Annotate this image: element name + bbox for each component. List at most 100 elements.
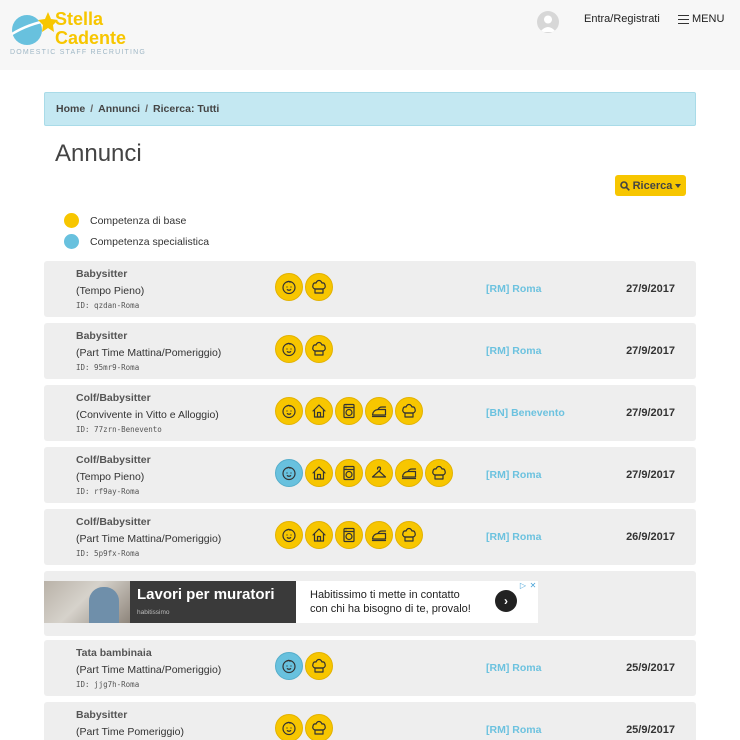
- listing-row[interactable]: Babysitter (Part Time Pomeriggio) [RM] R…: [44, 702, 696, 740]
- skill-icons: [275, 521, 423, 549]
- breadcrumb-separator: /: [145, 103, 149, 115]
- breadcrumb-home[interactable]: Home: [56, 103, 85, 115]
- caret-down-icon: [675, 183, 682, 188]
- brand-line-2: Cadente: [55, 28, 127, 48]
- chef-hat-icon: [305, 273, 333, 301]
- listing-id: ID: jjg7h-Roma: [76, 680, 140, 689]
- listing-id: ID: rf9ay-Roma: [76, 487, 140, 496]
- washing-machine-icon: [335, 397, 363, 425]
- ad-close-icon[interactable]: ✕: [528, 581, 538, 591]
- chef-hat-icon: [425, 459, 453, 487]
- ad-copy-line: Habitissimo ti mette in contatto: [310, 589, 460, 601]
- listing-contract: (Tempo Pieno): [76, 471, 145, 483]
- listing-date: 27/9/2017: [626, 407, 675, 419]
- listing-row[interactable]: Colf/Babysitter (Part Time Mattina/Pomer…: [44, 509, 696, 565]
- listing-row[interactable]: Tata bambinaia (Part Time Mattina/Pomeri…: [44, 640, 696, 696]
- listing-date: 25/9/2017: [626, 662, 675, 674]
- skill-icons: [275, 459, 453, 487]
- listing-row[interactable]: Colf/Babysitter (Tempo Pieno) ID: rf9ay-…: [44, 447, 696, 503]
- listing-title[interactable]: Babysitter: [76, 709, 127, 721]
- baby-icon: [275, 459, 303, 487]
- listing-contract: (Convivente in Vitto e Alloggio): [76, 409, 219, 421]
- skill-icons: [275, 273, 333, 301]
- baby-icon: [275, 335, 303, 363]
- legend-dot-base: [64, 213, 79, 228]
- advertisement-banner[interactable]: Lavori per muratori habitissimo Habitiss…: [44, 581, 538, 623]
- listing-contract: (Part Time Mattina/Pomeriggio): [76, 664, 222, 676]
- iron-icon: [365, 397, 393, 425]
- listing-contract: (Part Time Pomeriggio): [76, 726, 184, 738]
- house-icon: [305, 459, 333, 487]
- ad-photo: [44, 581, 130, 623]
- legend-item-base: Competenza di base: [64, 210, 209, 231]
- ad-copy: Habitissimo ti mette in contatto con chi…: [310, 588, 471, 616]
- listing-row[interactable]: Babysitter (Part Time Mattina/Pomeriggio…: [44, 323, 696, 379]
- baby-icon: [275, 273, 303, 301]
- listing-title[interactable]: Colf/Babysitter: [76, 392, 151, 404]
- legend-label: Competenza di base: [90, 214, 187, 227]
- baby-icon: [275, 397, 303, 425]
- listing-title[interactable]: Babysitter: [76, 268, 127, 280]
- listing-id: ID: qzdan-Roma: [76, 301, 140, 310]
- brand-tagline: DOMESTIC STAFF RECRUITING: [10, 49, 147, 56]
- listing-date: 26/9/2017: [626, 531, 675, 543]
- listing-location[interactable]: [RM] Roma: [486, 469, 541, 481]
- washing-machine-icon: [335, 521, 363, 549]
- listing-date: 27/9/2017: [626, 345, 675, 357]
- listing-title[interactable]: Babysitter: [76, 330, 127, 342]
- ad-copy-panel: Habitissimo ti mette in contatto con chi…: [296, 581, 538, 623]
- listing-title[interactable]: Colf/Babysitter: [76, 454, 151, 466]
- ad-copy-line: con chi ha bisogno di te, provalo!: [310, 603, 471, 615]
- listing-location[interactable]: [BN] Benevento: [486, 407, 565, 419]
- hamburger-icon: [678, 14, 689, 24]
- ad-choices-badge[interactable]: ▷ ✕: [518, 581, 538, 591]
- ad-brand: habitissimo: [137, 609, 170, 616]
- menu-button[interactable]: MENU: [678, 13, 724, 25]
- listing-row[interactable]: Babysitter (Tempo Pieno) ID: qzdan-Roma …: [44, 261, 696, 317]
- listing-date: 27/9/2017: [626, 283, 675, 295]
- site-header: Stella Cadente DOMESTIC STAFF RECRUITING…: [0, 0, 740, 70]
- chef-hat-icon: [305, 714, 333, 740]
- skill-icons: [275, 714, 333, 740]
- listing-row[interactable]: Colf/Babysitter (Convivente in Vitto e A…: [44, 385, 696, 441]
- baby-icon: [275, 521, 303, 549]
- breadcrumb: Home / Annunci / Ricerca: Tutti: [44, 92, 696, 126]
- listing-title[interactable]: Colf/Babysitter: [76, 516, 151, 528]
- breadcrumb-annunci[interactable]: Annunci: [98, 103, 140, 115]
- legend-dot-specialist: [64, 234, 79, 249]
- ad-next-arrow-icon[interactable]: ›: [495, 590, 517, 612]
- listing-title[interactable]: Tata bambinaia: [76, 647, 152, 659]
- listing-location[interactable]: [RM] Roma: [486, 531, 541, 543]
- iron-icon: [365, 521, 393, 549]
- search-dropdown-button[interactable]: Ricerca: [615, 175, 686, 196]
- listing-location[interactable]: [RM] Roma: [486, 345, 541, 357]
- shooting-star-logo-icon: [11, 12, 58, 45]
- login-register-link[interactable]: Entra/Registrati: [584, 13, 660, 25]
- listing-id: ID: 5p9fx-Roma: [76, 549, 140, 558]
- listing-date: 27/9/2017: [626, 469, 675, 481]
- brand-line-1: Stella: [55, 9, 104, 29]
- breadcrumb-separator: /: [90, 103, 94, 115]
- listing-id: ID: 95mr9-Roma: [76, 363, 140, 372]
- house-icon: [305, 397, 333, 425]
- listing-contract: (Tempo Pieno): [76, 285, 145, 297]
- user-avatar-icon[interactable]: [537, 11, 559, 33]
- chef-hat-icon: [305, 335, 333, 363]
- listing-contract: (Part Time Mattina/Pomeriggio): [76, 533, 222, 545]
- listing-id: ID: 77zrn-Benevento: [76, 425, 162, 434]
- search-icon: [619, 180, 630, 191]
- listing-location[interactable]: [RM] Roma: [486, 724, 541, 736]
- search-label: Ricerca: [632, 179, 673, 192]
- ad-row: Lavori per muratori habitissimo Habitiss…: [44, 571, 696, 636]
- ad-info-icon[interactable]: ▷: [518, 581, 528, 591]
- site-logo[interactable]: Stella Cadente DOMESTIC STAFF RECRUITING: [10, 6, 145, 64]
- skill-icons: [275, 335, 333, 363]
- breadcrumb-current: Ricerca: Tutti: [153, 103, 220, 115]
- chef-hat-icon: [395, 397, 423, 425]
- listing-location[interactable]: [RM] Roma: [486, 283, 541, 295]
- listing-contract: (Part Time Mattina/Pomeriggio): [76, 347, 222, 359]
- ad-headline: Lavori per muratori: [137, 586, 275, 603]
- brand-name: Stella Cadente: [55, 10, 126, 48]
- listing-location[interactable]: [RM] Roma: [486, 662, 541, 674]
- listing-date: 25/9/2017: [626, 724, 675, 736]
